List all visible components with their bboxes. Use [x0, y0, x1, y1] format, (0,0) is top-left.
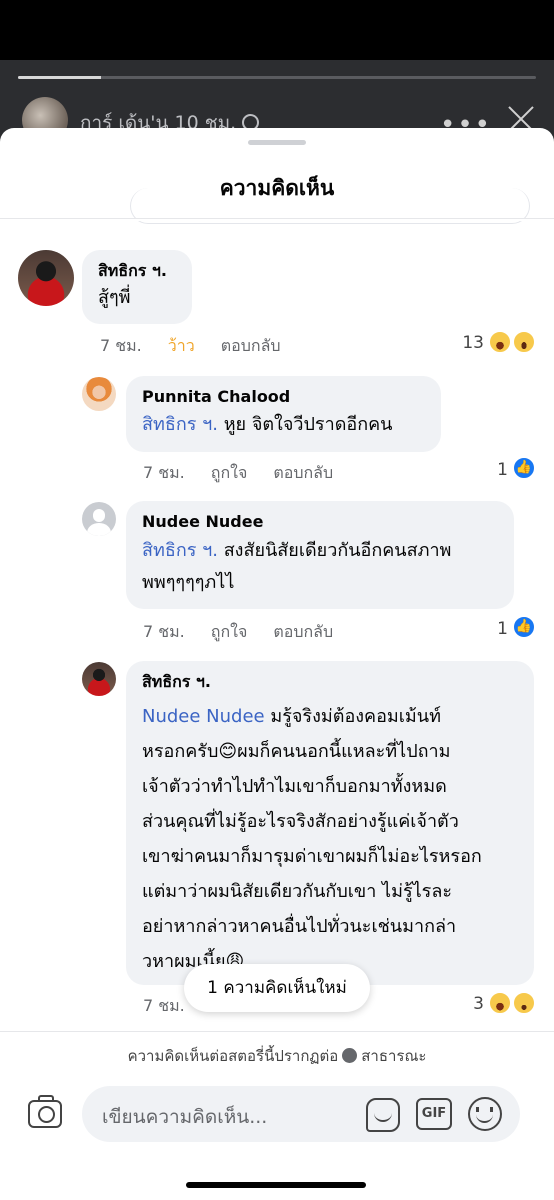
comment-meta: 7 ชม. ว้าว ตอบกลับ — [100, 334, 307, 359]
home-indicator — [186, 1182, 366, 1188]
reaction-count[interactable]: 1 — [478, 460, 508, 480]
mention-link[interactable]: Nudee Nudee — [142, 706, 265, 727]
story-header: การ์ เด้น'น 10 ชม. ••• — [0, 0, 554, 143]
comment-bubble[interactable]: สิทธิกร ฯ. สู้ๆพี่ — [82, 250, 192, 324]
reply-author[interactable]: สิทธิกร ฯ. — [142, 671, 518, 693]
reaction-count[interactable]: 13 — [440, 333, 484, 353]
new-comments-button[interactable]: 1 ความคิดเห็นใหม่ — [184, 964, 370, 1012]
comment-input[interactable]: เขียนความคิดเห็น... GIF — [82, 1086, 520, 1142]
reply-bubble[interactable]: Punnita Chalood สิทธิกร ฯ. หูย จิตใจวีปร… — [126, 376, 441, 452]
mention-link[interactable]: สิทธิกร ฯ. — [142, 540, 218, 561]
reply-button[interactable]: ตอบกลับ — [273, 622, 333, 641]
reaction-label[interactable]: ว้าว — [168, 336, 195, 355]
reply-text: สิทธิกร ฯ. หูย จิตใจวีปราดอีกคน — [142, 414, 393, 435]
reply-button[interactable]: ตอบกลับ — [221, 336, 281, 355]
camera-icon[interactable] — [28, 1095, 62, 1128]
reply-time: 7 ชม. — [143, 463, 185, 482]
sticker-icon[interactable] — [366, 1098, 400, 1132]
audience-notice: ความคิดเห็นต่อสตอรี่นี้ปรากฏต่อ สาธารณะ — [127, 1047, 427, 1065]
like-button[interactable]: ถูกใจ — [211, 463, 248, 482]
comment-time: 7 ชม. — [100, 336, 142, 355]
like-button[interactable]: ถูกใจ — [211, 622, 248, 641]
comment-list[interactable]: สิทธิกร ฯ. สู้ๆพี่ 7 ชม. ว้าว ตอบกลับ 13 P… — [0, 220, 554, 1030]
wow-icon — [512, 330, 536, 354]
reply-meta: 7 ชม. ถูกใจ ตอบกลับ — [143, 461, 359, 486]
avatar[interactable] — [18, 250, 74, 306]
footer-divider — [0, 1031, 554, 1032]
emoji-icon[interactable] — [468, 1097, 502, 1131]
comment-input-placeholder: เขียนความคิดเห็น... — [102, 1106, 268, 1128]
avatar[interactable] — [82, 377, 116, 411]
reply-text: สิทธิกร ฯ. สงสัยนิสัยเดียวกันอีกคนสภาพ พ… — [142, 540, 452, 593]
sheet-grabber[interactable] — [248, 140, 306, 145]
reply-time: 7 ชม. — [143, 622, 185, 641]
globe-icon — [342, 1048, 358, 1063]
reply-author[interactable]: Punnita Chalood — [142, 386, 425, 408]
mention-link[interactable]: สิทธิกร ฯ. — [142, 414, 218, 435]
reply-meta: 7 ชม. ถูกใจ ตอบกลับ — [143, 620, 359, 645]
avatar[interactable] — [82, 662, 116, 696]
reply-author[interactable]: Nudee Nudee — [142, 511, 498, 533]
reply-bubble[interactable]: สิทธิกร ฯ. Nudee Nudee มรู้จริงม่ต้องคอม… — [126, 661, 534, 985]
story-progress-bar — [18, 76, 536, 79]
reaction-count[interactable]: 1 — [478, 619, 508, 639]
story-progress-fill — [18, 76, 101, 79]
haha-icon — [488, 330, 512, 354]
like-icon: 👍 — [512, 615, 536, 639]
reaction-count[interactable]: 3 — [440, 994, 484, 1014]
gif-icon[interactable]: GIF — [416, 1098, 452, 1130]
comment-text: สู้ๆพี่ — [98, 287, 131, 308]
comments-sheet: ความคิดเห็น สิทธิกร ฯ. สู้ๆพี่ 7 ชม. ว้าว… — [0, 128, 554, 1200]
like-icon: 👍 — [512, 456, 536, 480]
reply-button[interactable]: ตอบกลับ — [273, 463, 333, 482]
avatar[interactable] — [82, 502, 116, 536]
reply-text: Nudee Nudee มรู้จริงม่ต้องคอมเม้นท์ หรอก… — [142, 706, 482, 972]
haha-icon — [488, 991, 512, 1015]
comment-author[interactable]: สิทธิกร ฯ. — [98, 260, 176, 282]
reply-bubble[interactable]: Nudee Nudee สิทธิกร ฯ. สงสัยนิสัยเดียวกั… — [126, 501, 514, 609]
reply-time: 7 ชม. — [143, 996, 185, 1015]
sad-icon — [512, 991, 536, 1015]
